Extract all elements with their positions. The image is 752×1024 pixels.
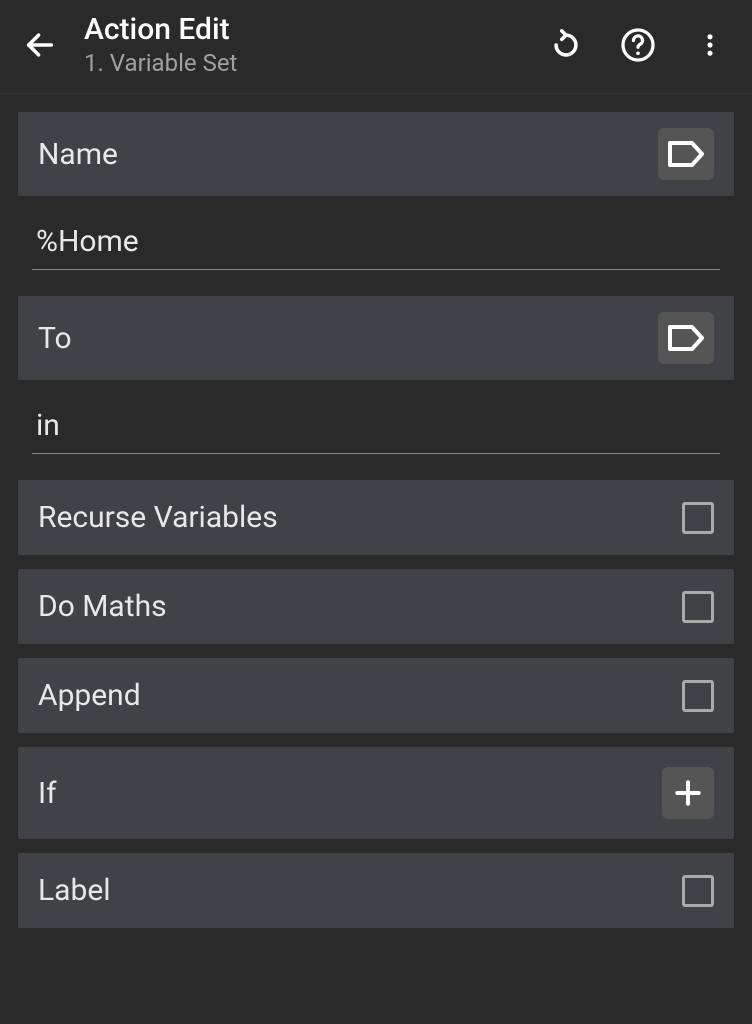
label-row[interactable]: Label	[18, 853, 734, 928]
label-option-label: Label	[38, 873, 111, 908]
to-input-wrap	[18, 380, 734, 460]
header-actions	[544, 23, 732, 67]
recurse-variables-checkbox[interactable]	[682, 502, 714, 534]
more-vertical-icon	[696, 31, 724, 59]
to-tag-button[interactable]	[658, 312, 714, 364]
do-maths-checkbox[interactable]	[682, 591, 714, 623]
back-button[interactable]	[20, 25, 60, 65]
name-section-header: Name	[18, 112, 734, 196]
page-title: Action Edit	[84, 12, 520, 47]
tag-icon	[666, 138, 706, 170]
do-maths-label: Do Maths	[38, 589, 167, 624]
name-label: Name	[38, 137, 118, 172]
if-add-button[interactable]	[662, 767, 714, 819]
help-button[interactable]	[616, 23, 660, 67]
content-area: Name To Recurse Variables Do Maths Appen…	[0, 94, 752, 960]
tag-icon	[666, 322, 706, 354]
do-maths-row[interactable]: Do Maths	[18, 569, 734, 644]
recurse-variables-row[interactable]: Recurse Variables	[18, 480, 734, 555]
undo-button[interactable]	[544, 23, 588, 67]
to-input[interactable]	[32, 400, 720, 454]
name-tag-button[interactable]	[658, 128, 714, 180]
app-header: Action Edit 1. Variable Set	[0, 0, 752, 94]
title-block: Action Edit 1. Variable Set	[84, 12, 520, 77]
to-section-header: To	[18, 296, 734, 380]
to-label: To	[38, 321, 72, 356]
arrow-left-icon	[23, 28, 57, 62]
append-row[interactable]: Append	[18, 658, 734, 733]
if-row[interactable]: If	[18, 747, 734, 839]
recurse-variables-label: Recurse Variables	[38, 500, 278, 535]
name-input[interactable]	[32, 216, 720, 270]
append-label: Append	[38, 678, 141, 713]
append-checkbox[interactable]	[682, 680, 714, 712]
page-subtitle: 1. Variable Set	[84, 49, 520, 77]
undo-icon	[549, 28, 583, 62]
label-checkbox[interactable]	[682, 875, 714, 907]
more-button[interactable]	[688, 23, 732, 67]
plus-icon	[672, 777, 704, 809]
if-label: If	[38, 776, 57, 811]
help-icon	[620, 27, 656, 63]
name-input-wrap	[18, 196, 734, 276]
